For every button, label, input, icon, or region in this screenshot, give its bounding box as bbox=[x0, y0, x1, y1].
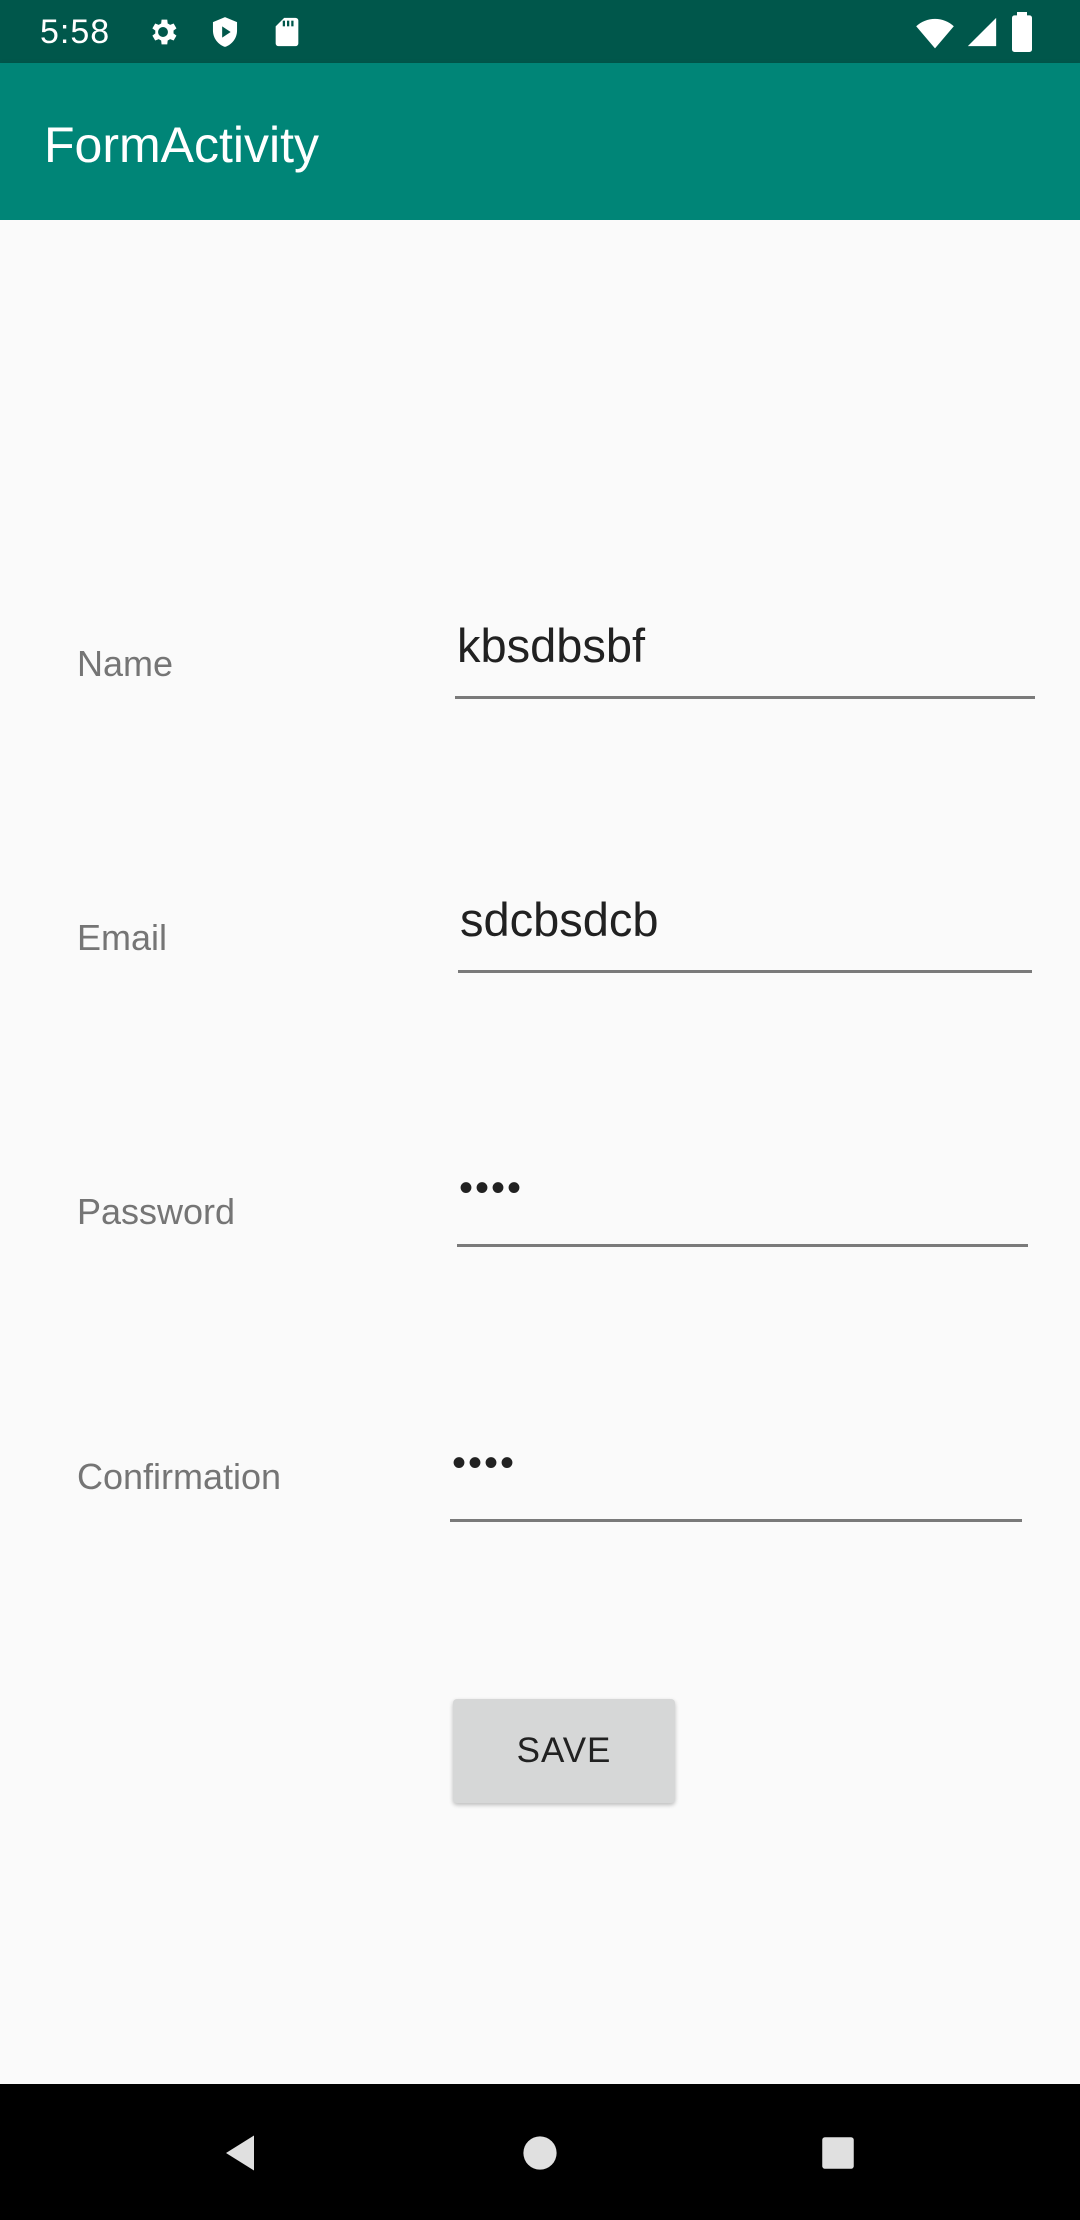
navigation-bar bbox=[0, 2084, 1080, 2220]
app-bar: FormActivity bbox=[0, 63, 1080, 220]
status-time: 5:58 bbox=[40, 13, 111, 51]
wifi-icon bbox=[916, 18, 954, 49]
password-field-value: •••• bbox=[459, 1166, 524, 1210]
form-row-name: Name kbsdbsbf bbox=[0, 600, 1080, 750]
form-row-email: Email sdcbsdcb bbox=[0, 874, 1080, 1024]
name-label: Name bbox=[77, 643, 174, 684]
email-label: Email bbox=[77, 917, 168, 958]
password-field[interactable]: •••• bbox=[457, 1148, 1028, 1247]
recents-icon[interactable] bbox=[817, 2132, 859, 2174]
password-label: Password bbox=[77, 1191, 236, 1232]
confirmation-field-value: •••• bbox=[452, 1441, 517, 1485]
sd-card-icon bbox=[275, 17, 299, 47]
name-field-value: kbsdbsbf bbox=[457, 619, 646, 672]
shield-play-icon bbox=[212, 17, 238, 47]
name-field[interactable]: kbsdbsbf bbox=[455, 600, 1035, 699]
confirmation-field[interactable]: •••• bbox=[450, 1423, 1022, 1522]
email-field[interactable]: sdcbsdcb bbox=[458, 874, 1032, 973]
form-row-confirmation: Confirmation •••• bbox=[0, 1423, 1080, 1573]
save-button[interactable]: SAVE bbox=[453, 1699, 675, 1803]
status-bar: 5:58 bbox=[0, 0, 1080, 63]
gear-icon bbox=[152, 19, 177, 45]
back-icon[interactable] bbox=[219, 2132, 261, 2174]
battery-icon bbox=[1012, 12, 1032, 52]
signal-icon bbox=[967, 17, 997, 47]
page-title: FormActivity bbox=[44, 117, 319, 173]
email-field-value: sdcbsdcb bbox=[460, 893, 659, 946]
form-content: Name kbsdbsbf Email sdcbsdcb Password ••… bbox=[0, 220, 1080, 2084]
confirmation-label: Confirmation bbox=[77, 1456, 282, 1497]
form-row-password: Password •••• bbox=[0, 1148, 1080, 1298]
home-icon[interactable] bbox=[519, 2132, 561, 2174]
